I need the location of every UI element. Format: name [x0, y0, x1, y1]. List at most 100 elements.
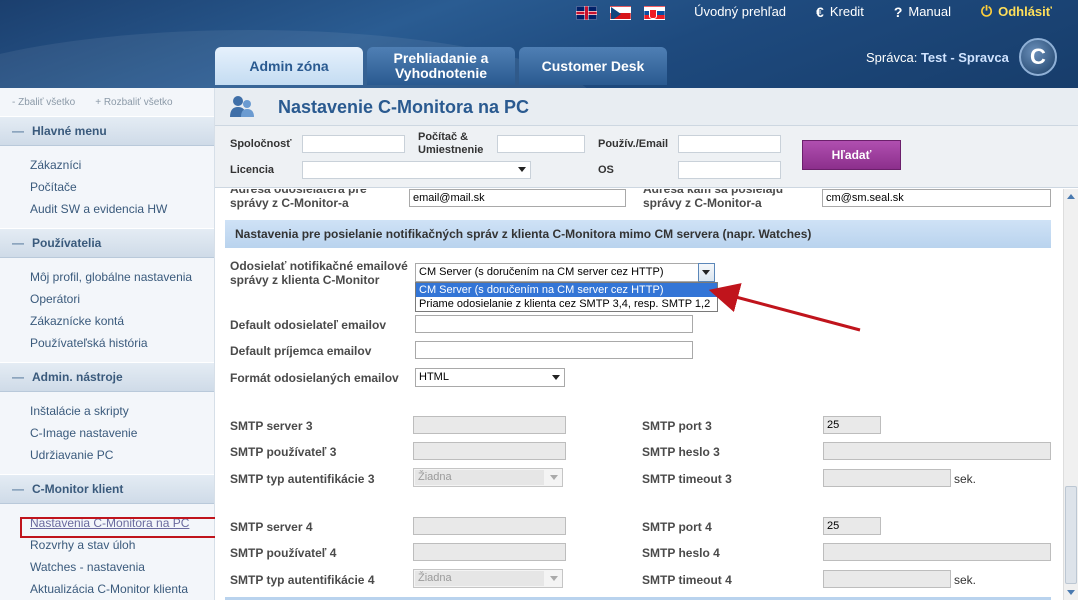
sidebar-item-maintenance[interactable]: Udržiavanie PC	[30, 444, 214, 466]
smtp-port-3-label: SMTP port 3	[642, 419, 712, 433]
admin-info: Správca: Test - Spravca	[866, 50, 1009, 65]
send-notifications-value: CM Server (s doručením na CM server cez …	[419, 266, 664, 278]
recipient-address-label: Adresa kam sa posielajú správy z C-Monit…	[643, 189, 784, 210]
logout-link[interactable]: ⏻ Odhlásiť	[981, 3, 1052, 20]
content-scrollbar[interactable]	[1063, 189, 1078, 600]
sidebar-section-title: Používatelia	[32, 236, 102, 250]
timeout-4-unit: sek.	[954, 573, 977, 587]
sidebar-item-client-update[interactable]: Aktualizácia C-Monitor klienta	[30, 578, 214, 600]
sender-address-input[interactable]: email@mail.sk	[409, 189, 626, 207]
smtp-timeout-4-label: SMTP timeout 4	[642, 573, 732, 587]
smtp-auth-3-value: Žiadna	[415, 470, 544, 485]
sk-flag-icon[interactable]	[644, 6, 665, 20]
section-title-bar: Nastavenia pre posielanie notifikačných …	[225, 220, 1051, 248]
os-input[interactable]	[678, 161, 781, 179]
tab-customer-desk[interactable]: Customer Desk	[519, 47, 667, 85]
sidebar-list-main-menu: Zákazníci Počítače Audit SW a evidencia …	[0, 146, 214, 228]
sidebar-section-title: C-Monitor klient	[32, 482, 124, 496]
smtp-password-4-label: SMTP heslo 4	[642, 546, 720, 560]
smtp-user-4-label: SMTP používateľ 4	[230, 546, 337, 560]
sidebar-list-admin-tools: Inštalácie a skripty C-Image nastavenie …	[0, 392, 214, 474]
collapse-all-link[interactable]: - Zbaliť všetko	[12, 97, 75, 108]
sidebar-item-computers[interactable]: Počítače	[30, 176, 214, 198]
smtp-auth-4-select[interactable]: Žiadna	[413, 569, 563, 588]
manual-link[interactable]: ? Manual	[894, 3, 951, 20]
sidebar-section-title: Hlavné menu	[32, 124, 107, 138]
tab-admin-zone[interactable]: Admin zóna	[215, 47, 363, 85]
default-sender-input[interactable]	[415, 315, 693, 333]
sidebar-section-users[interactable]: — Používatelia	[0, 228, 214, 258]
company-label: Spoločnosť	[230, 138, 292, 150]
smtp-user-4-input[interactable]	[413, 543, 566, 561]
sidebar-item-audit[interactable]: Audit SW a evidencia HW	[30, 198, 214, 220]
send-notifications-select[interactable]: CM Server (s doručením na CM server cez …	[415, 263, 715, 282]
credit-link-label[interactable]: Kredit	[830, 4, 864, 19]
scroll-down-icon[interactable]	[1064, 586, 1078, 600]
dropdown-option-cm-server[interactable]: CM Server (s doručením na CM server cez …	[416, 283, 717, 297]
tab-browse-evaluate[interactable]: Prehliadanie a Vyhodnotenie	[367, 47, 515, 85]
smtp-auth-4-label: SMTP typ autentifikácie 4	[230, 573, 375, 587]
logout-link-label[interactable]: Odhlásiť	[998, 4, 1052, 19]
cz-flag-icon[interactable]	[610, 6, 631, 20]
user-email-input[interactable]	[678, 135, 781, 153]
computer-input[interactable]	[497, 135, 585, 153]
page-header: Nastavenie C-Monitora na PC	[215, 88, 1078, 126]
email-format-label: Formát odosielaných emailov	[230, 371, 399, 385]
sidebar-item-installations[interactable]: Inštalácie a skripty	[30, 400, 214, 422]
os-label: OS	[598, 164, 614, 176]
sidebar-item-user-history[interactable]: Používateľská história	[30, 332, 214, 354]
smtp-user-3-label: SMTP používateľ 3	[230, 445, 337, 459]
uk-flag-icon[interactable]	[576, 6, 597, 20]
smtp-server-4-input[interactable]	[413, 517, 566, 535]
sidebar-item-c-image[interactable]: C-Image nastavenie	[30, 422, 214, 444]
dropdown-option-direct-smtp[interactable]: Priame odosielanie z klienta cez SMTP 3,…	[416, 297, 717, 311]
sidebar-item-profile[interactable]: Môj profil, globálne nastavenia	[30, 266, 214, 288]
company-input[interactable]	[302, 135, 405, 153]
expand-all-link[interactable]: + Rozbaliť všetko	[95, 97, 172, 108]
scroll-thumb[interactable]	[1065, 486, 1077, 584]
collapse-dash-icon: —	[12, 370, 24, 384]
page-title: Nastavenie C-Monitora na PC	[278, 97, 530, 117]
manual-link-label[interactable]: Manual	[908, 4, 951, 19]
smtp-timeout-3-input[interactable]	[823, 469, 951, 487]
euro-icon: €	[816, 3, 824, 20]
smtp-server-3-input[interactable]	[413, 416, 566, 434]
credit-link[interactable]: € Kredit	[816, 3, 864, 20]
sidebar-item-operators[interactable]: Operátori	[30, 288, 214, 310]
sidebar-section-admin-tools[interactable]: — Admin. nástroje	[0, 362, 214, 392]
settings-content: Adresa odosielateľa pre správy z C-Monit…	[215, 189, 1063, 600]
sidebar-list-users: Môj profil, globálne nastavenia Operátor…	[0, 258, 214, 362]
sidebar-item-watches[interactable]: Watches - nastavenia	[30, 556, 214, 578]
email-format-select[interactable]: HTML	[415, 368, 565, 387]
question-icon: ?	[893, 3, 903, 20]
smtp-port-4-label: SMTP port 4	[642, 520, 712, 534]
sidebar-item-customers[interactable]: Zákazníci	[30, 154, 214, 176]
scroll-up-icon[interactable]	[1064, 189, 1078, 203]
license-select[interactable]	[302, 161, 531, 179]
smtp-password-3-label: SMTP heslo 3	[642, 445, 720, 459]
send-notifications-options: CM Server (s doručením na CM server cez …	[415, 282, 718, 312]
recipient-address-input[interactable]: cm@sm.seal.sk	[822, 189, 1051, 207]
smtp-password-4-input[interactable]	[823, 543, 1051, 561]
overview-link-label[interactable]: Úvodný prehľad	[694, 4, 786, 19]
smtp-password-3-input[interactable]	[823, 442, 1051, 460]
sidebar-section-main-menu[interactable]: — Hlavné menu	[0, 116, 214, 146]
smtp-port-4-input[interactable]: 25	[823, 517, 881, 535]
user-email-label: Použív./Email	[598, 138, 669, 150]
overview-link[interactable]: Úvodný prehľad	[694, 3, 786, 20]
default-recipient-input[interactable]	[415, 341, 693, 359]
dropdown-button[interactable]	[698, 263, 715, 282]
admin-name: Test - Spravca	[920, 50, 1009, 65]
smtp-auth-4-value: Žiadna	[415, 571, 544, 586]
search-button[interactable]: Hľadať	[802, 140, 901, 170]
smtp-port-3-input[interactable]: 25	[823, 416, 881, 434]
chevron-down-icon	[552, 375, 560, 380]
smtp-user-3-input[interactable]	[413, 442, 566, 460]
smtp-auth-3-select[interactable]: Žiadna	[413, 468, 563, 487]
smtp-timeout-4-input[interactable]	[823, 570, 951, 588]
sidebar-item-customer-accounts[interactable]: Zákaznícke kontá	[30, 310, 214, 332]
computer-label: Počítač & Umiestnenie	[418, 131, 484, 156]
filter-panel: Spoločnosť Počítač & Umiestnenie Použív.…	[215, 126, 1078, 188]
sidebar-section-c-monitor-client[interactable]: — C-Monitor klient	[0, 474, 214, 504]
chevron-down-icon	[550, 576, 558, 581]
